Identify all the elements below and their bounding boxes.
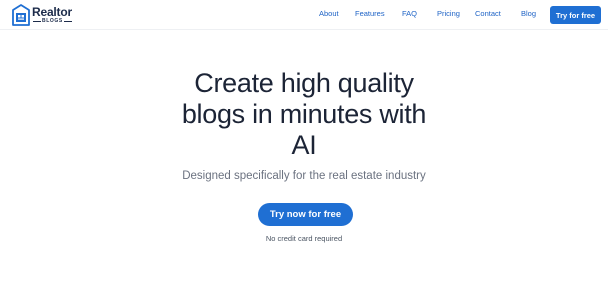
nav-link-features[interactable]: Features [355,9,385,18]
logo-tagline-text: BLOGS [42,18,63,24]
hero-title-line: blogs in minutes with [181,99,427,129]
hero-try-free-button[interactable]: Try now for free [258,203,353,226]
no-credit-card-note: No credit card required [265,234,343,243]
hero-title-line: Create high quality [194,68,414,98]
nav-link-faq[interactable]: FAQ [402,9,417,18]
nav-link-contact[interactable]: Contact [475,9,501,18]
hero-title: Create high quality blogs in minutes wit… [154,68,454,161]
logo[interactable]: Realtor BLOGS [12,4,73,26]
nav-link-pricing[interactable]: Pricing [437,9,460,18]
nav-link-blog[interactable]: Blog [521,9,536,18]
site-header: Realtor BLOGS About Features FAQ Pricing… [0,0,608,30]
logo-wordmark: Realtor [32,5,72,19]
logo-text: Realtor BLOGS [32,6,73,24]
hero-title-line: AI [291,130,317,160]
tagline-rule [33,21,41,22]
house-logo-icon [12,4,30,26]
nav-link-about[interactable]: About [319,9,339,18]
hero-subtitle: Designed specifically for the real estat… [182,170,426,182]
tagline-rule [63,21,72,22]
header-try-free-button[interactable]: Try for free [550,6,601,24]
logo-tagline: BLOGS [32,19,73,24]
landing-page: Realtor BLOGS About Features FAQ Pricing… [0,0,608,281]
